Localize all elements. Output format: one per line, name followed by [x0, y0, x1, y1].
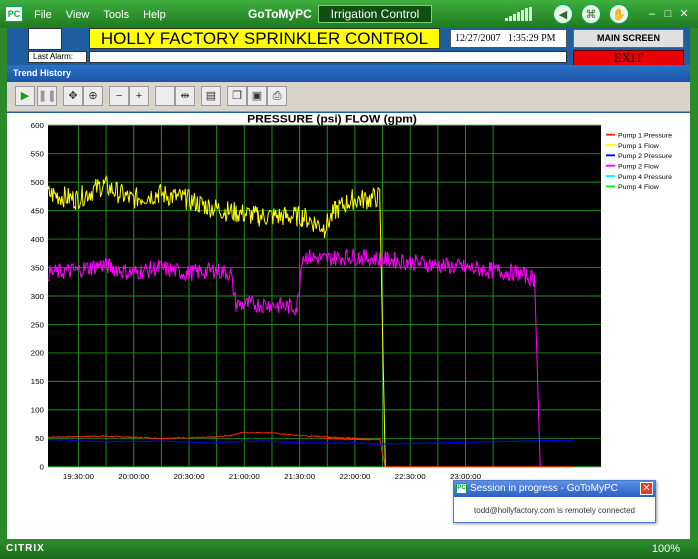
zoom-in-icon[interactable]: +: [129, 86, 149, 106]
y-tick-label: 600: [31, 121, 44, 130]
gotomypc-logo-icon: PC: [5, 6, 23, 22]
cursor-icon[interactable]: ⇹: [175, 86, 195, 106]
popup-title: Session in progress - GoToMyPC: [470, 483, 618, 494]
menu-file[interactable]: File: [34, 9, 52, 21]
legend-label: Pump 2 Flow: [618, 164, 659, 171]
legend-label: Pump 2 Pressure: [618, 153, 672, 160]
send-keys-icon[interactable]: ⌘: [581, 4, 601, 24]
x-tick-label: 22:30:00: [395, 472, 426, 481]
menu-help[interactable]: Help: [143, 9, 166, 21]
trend-window-title: Trend History: [7, 65, 690, 82]
status-bar: CITRIX 100%: [0, 539, 698, 559]
zoom-level: 100%: [651, 543, 680, 555]
page-title: HOLLY FACTORY SPRINKLER CONTROL: [89, 28, 440, 49]
citrix-logo: CITRIX: [6, 543, 45, 554]
y-tick-label: 400: [31, 235, 44, 244]
gotomypc-titlebar: PC File View Tools Help GoToMyPC Irrigat…: [0, 0, 698, 28]
last-alarm-label: Last Alarm:: [28, 51, 87, 63]
brand-label: GoToMyPC: [248, 7, 312, 21]
zoom-area-icon[interactable]: ⊕: [83, 86, 103, 106]
y-tick-label: 300: [31, 292, 44, 301]
connection-signal-icon: [505, 7, 532, 21]
x-tick-label: 21:00:00: [229, 472, 260, 481]
save-icon[interactable]: ▣: [247, 86, 267, 106]
y-tick-label: 0: [40, 463, 44, 472]
legend-label: Pump 1 Flow: [618, 143, 659, 150]
last-alarm-field: [89, 51, 567, 63]
y-tick-label: 350: [31, 264, 44, 273]
trend-chart: 0 50 100 150 200 250 300 350 400 450 500 550 600 19:…: [12, 113, 687, 511]
y-tick-label: 450: [31, 207, 44, 216]
menu-bar: File View Tools Help: [34, 9, 166, 21]
menu-view[interactable]: View: [66, 9, 90, 21]
hmi-logo: [28, 28, 62, 50]
gotomypc-small-icon: PC: [456, 483, 467, 494]
exit-button[interactable]: EXIT: [573, 50, 684, 66]
properties-icon[interactable]: ▤: [201, 86, 221, 106]
print-icon[interactable]: ⎙: [267, 86, 287, 106]
y-tick-label: 250: [31, 321, 44, 330]
y-tick-label: 550: [31, 150, 44, 159]
y-tick-label: 500: [31, 178, 44, 187]
main-screen-button[interactable]: MAIN SCREEN: [573, 29, 684, 48]
datetime-display: 12/27/2007 1:35:29 PM: [450, 29, 567, 48]
legend-label: Pump 4 Pressure: [618, 174, 672, 181]
blank-tool-icon[interactable]: [155, 86, 175, 106]
trend-toolbar: ▶ ❚❚ ✥ ⊕ − + ⇹ ▤ ❐ ▣ ⎙: [7, 82, 690, 112]
x-tick-label: 20:00:00: [118, 472, 149, 481]
copy-icon[interactable]: ❐: [227, 86, 247, 106]
pan-icon[interactable]: ✥: [63, 86, 83, 106]
x-tick-label: 21:30:00: [284, 472, 315, 481]
popup-message: todd@hollyfactory.com is remotely connec…: [474, 506, 635, 515]
x-tick-label: 22:00:00: [339, 472, 370, 481]
y-tick-label: 50: [35, 434, 44, 443]
session-popup: PC Session in progress - GoToMyPC ✕ todd…: [453, 480, 656, 523]
minimize-button[interactable]: –: [646, 8, 658, 20]
chart-title: PRESSURE (psi) FLOW (gpm): [247, 113, 417, 125]
legend-label: Pump 1 Pressure: [618, 133, 672, 140]
close-button[interactable]: ✕: [678, 8, 690, 20]
x-tick-label: 20:30:00: [173, 472, 204, 481]
pointer-icon[interactable]: ✋: [609, 4, 629, 24]
speaker-icon[interactable]: ◀: [553, 4, 573, 24]
play-icon[interactable]: ▶: [15, 86, 35, 106]
pause-icon[interactable]: ❚❚: [37, 86, 57, 106]
hmi-header: HOLLY FACTORY SPRINKLER CONTROL 12/27/20…: [7, 28, 690, 66]
popup-header: PC Session in progress - GoToMyPC ✕: [454, 481, 655, 497]
popup-close-icon[interactable]: ✕: [640, 482, 653, 495]
y-tick-label: 150: [31, 377, 44, 386]
maximize-button[interactable]: □: [662, 8, 674, 20]
y-tick-label: 100: [31, 406, 44, 415]
x-tick-label: 19:30:00: [63, 472, 94, 481]
session-title: Irrigation Control: [318, 5, 432, 23]
y-tick-label: 200: [31, 349, 44, 358]
zoom-out-icon[interactable]: −: [109, 86, 129, 106]
menu-tools[interactable]: Tools: [103, 9, 129, 21]
legend-label: Pump 4 Flow: [618, 184, 659, 191]
